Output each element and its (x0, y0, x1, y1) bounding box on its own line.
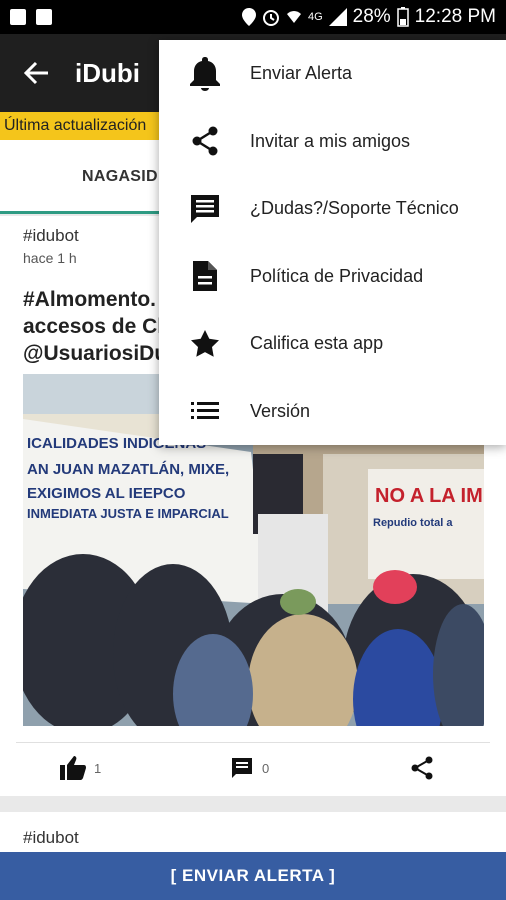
document-icon (188, 259, 222, 293)
menu-item-version[interactable]: Versión (159, 378, 506, 446)
banner-text: NO A LA IMP (375, 485, 484, 507)
menu-item-invitar[interactable]: Invitar a mis amigos (159, 108, 506, 176)
battery-icon (396, 7, 409, 27)
thumbs-up-icon (60, 756, 86, 780)
post-time: hace 1 h (23, 250, 77, 266)
signal-icon (328, 8, 347, 26)
like-count: 1 (94, 760, 102, 776)
menu-item-label: Versión (250, 400, 311, 421)
share-icon (188, 124, 222, 158)
battery-percent: 28% (352, 6, 391, 27)
gallery-notification-icon (10, 9, 26, 25)
menu-item-label: Enviar Alerta (250, 63, 353, 84)
list-icon (188, 394, 222, 428)
comment-count: 0 (262, 760, 270, 776)
network-type: 4G (307, 11, 323, 23)
comment-icon (188, 192, 222, 226)
banner-text: INMEDIATA JUSTA E IMPARCIAL (27, 506, 229, 521)
wifi-icon (286, 11, 301, 23)
send-alert-button[interactable]: [ ENVIAR ALERTA ] (0, 852, 506, 900)
comment-button[interactable]: 0 (230, 756, 269, 780)
app-title: iDubi (75, 57, 140, 88)
bell-icon (188, 56, 222, 91)
post-author[interactable]: #idubot (23, 828, 79, 848)
comment-icon (232, 758, 252, 778)
banner-text: EXIGIMOS AL IEEPCO (27, 485, 186, 502)
menu-item-enviar-alerta[interactable]: Enviar Alerta (159, 40, 506, 108)
alarm-icon (262, 10, 279, 26)
share-icon (411, 756, 433, 780)
status-bar: 4G 28% 12:28 PM (0, 0, 506, 34)
back-arrow-icon[interactable] (22, 59, 50, 87)
overflow-menu: Enviar Alerta Invitar a mis amigos ¿Duda… (159, 40, 506, 445)
menu-item-privacidad[interactable]: Política de Privacidad (159, 243, 506, 311)
post-actions: 1 0 (16, 742, 490, 796)
menu-item-label: Política de Privacidad (250, 265, 424, 286)
menu-item-label: Invitar a mis amigos (250, 130, 411, 151)
location-icon (241, 8, 256, 26)
menu-item-label: ¿Dudas?/Soporte Técnico (250, 198, 459, 219)
menu-item-label: Califica esta app (250, 333, 384, 354)
flag-notification-icon (36, 9, 52, 25)
share-button[interactable] (410, 756, 434, 780)
post-author[interactable]: #idubot (23, 226, 79, 246)
banner-text: Repudio total a (373, 517, 453, 529)
tab-nagasid[interactable]: NAGASID (82, 168, 158, 186)
post-card: #idubot (0, 812, 506, 852)
star-icon (188, 327, 222, 361)
menu-item-califica[interactable]: Califica esta app (159, 310, 506, 378)
clock: 12:28 PM (414, 6, 496, 27)
banner-text: AN JUAN MAZATLÁN, MIXE, (27, 461, 229, 478)
like-button[interactable]: 1 (60, 756, 101, 780)
menu-item-soporte[interactable]: ¿Dudas?/Soporte Técnico (159, 175, 506, 243)
